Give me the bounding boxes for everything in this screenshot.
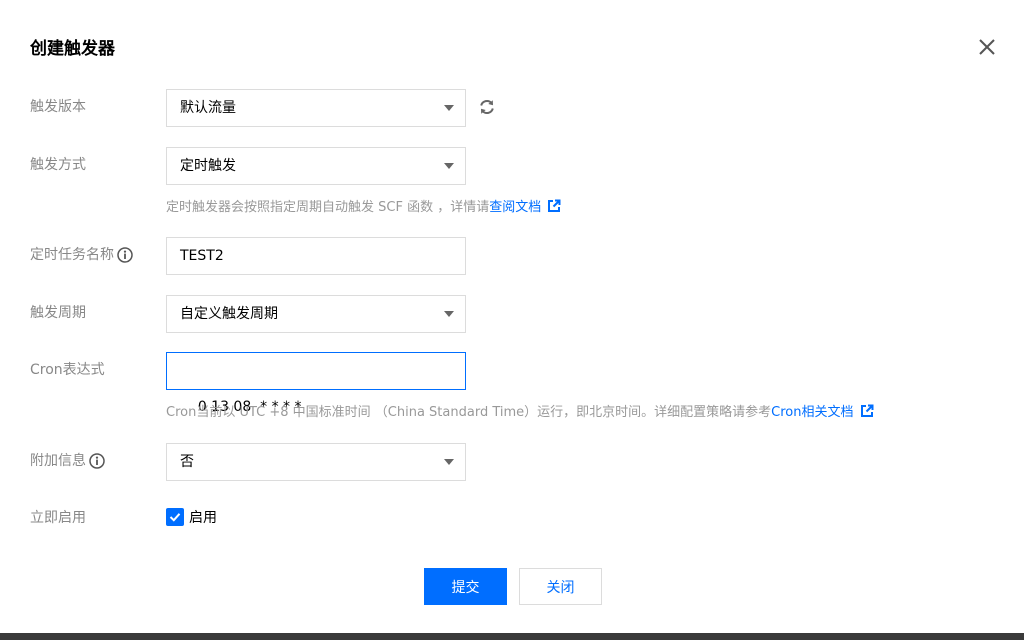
checkmark-icon [169,513,181,522]
task-name-input[interactable]: TEST2 [166,237,466,275]
external-link-icon[interactable] [860,404,874,418]
cron-input[interactable]: 0 13 08 * * * * [166,352,466,415]
period-label-text: 触发周期 [30,305,86,321]
version-label-text: 触发版本 [30,99,86,115]
method-select-value: 定时触发 [180,158,236,174]
method-label-text: 触发方式 [30,157,86,173]
refresh-icon[interactable] [478,98,496,116]
version-select[interactable]: 默认流量 [166,89,466,127]
chevron-down-icon [444,311,454,317]
extra-info-label-text: 附加信息 [30,453,86,469]
external-link-icon[interactable] [547,199,561,213]
chevron-down-icon [444,459,454,465]
version-select-value: 默认流量 [180,100,236,116]
info-icon[interactable] [89,453,105,469]
dialog-title: 创建触发器 [30,39,115,59]
info-icon[interactable] [117,247,133,263]
extra-info-select-value: 否 [180,454,194,470]
enable-now-label-text: 立即启用 [30,510,86,526]
chevron-down-icon [444,105,454,111]
method-help-text: 定时触发器会按照指定周期自动触发 SCF 函数 ，详情请 [166,200,490,215]
method-help: 定时触发器会按照指定周期自动触发 SCF 函数 ，详情请 查阅文档 [166,196,561,215]
period-select-value: 自定义触发周期 [180,306,278,322]
extra-info-select[interactable]: 否 [166,443,466,481]
chevron-down-icon [444,163,454,169]
cron-help-text: Cron当前以 UTC +8 中国标准时间 （China Standard Ti… [166,405,772,420]
submit-button[interactable]: 提交 [424,568,507,605]
period-label: 触发周期 [30,295,86,331]
cron-label-text: Cron表达式 [30,362,105,378]
task-name-label: 定时任务名称 [30,237,133,273]
close-button[interactable]: 关闭 [519,568,602,605]
enable-checkbox[interactable] [166,508,184,526]
cron-docs-link[interactable]: Cron相关文档 [771,401,853,420]
cron-label: Cron表达式 [30,352,105,388]
period-select[interactable]: 自定义触发周期 [166,295,466,333]
version-label: 触发版本 [30,89,86,125]
task-name-value: TEST2 [180,248,224,264]
cron-help: Cron当前以 UTC +8 中国标准时间 （China Standard Ti… [166,401,874,420]
enable-checkbox-row[interactable]: 启用 [166,507,217,527]
docs-link[interactable]: 查阅文档 [489,196,541,215]
bottom-bar [0,633,1024,640]
enable-now-label: 立即启用 [30,500,86,536]
create-trigger-dialog: 创建触发器 触发版本 默认流量 触发方式 定时触发 定时触发器会按照指定周期自动… [0,0,1024,633]
task-name-label-text: 定时任务名称 [30,247,114,263]
method-label: 触发方式 [30,147,86,183]
close-icon[interactable] [976,36,998,58]
method-select[interactable]: 定时触发 [166,147,466,185]
extra-info-label: 附加信息 [30,443,105,479]
enable-checkbox-label: 启用 [189,510,217,526]
